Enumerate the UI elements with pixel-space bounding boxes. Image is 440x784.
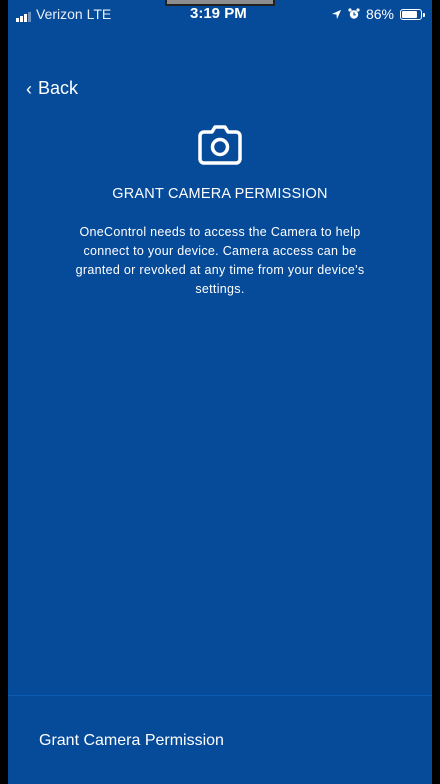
chevron-left-icon: ‹ [26, 78, 32, 99]
grant-button-label: Grant Camera Permission [39, 732, 224, 749]
battery-level [402, 10, 417, 18]
battery-icon [400, 8, 425, 20]
app-screen: Verizon LTE 3:19 PM 86% ‹ Back GRANT CAM… [8, 0, 432, 784]
location-arrow-icon [331, 9, 342, 19]
device-notch [165, 0, 275, 6]
back-label: Back [38, 78, 79, 98]
back-button[interactable]: ‹ Back [26, 78, 78, 99]
alarm-icon [348, 8, 360, 19]
permission-description: OneControl needs to access the Camera to… [75, 225, 365, 296]
signal-icon [16, 12, 31, 22]
battery-percent: 86% [365, 6, 394, 22]
grant-camera-permission-button[interactable]: Grant Camera Permission [8, 696, 432, 784]
camera-icon [198, 125, 242, 165]
carrier-label: Verizon LTE [36, 6, 112, 22]
status-right-group: 86% [331, 6, 425, 22]
status-time: 3:19 PM [190, 5, 247, 22]
permission-title: GRANT CAMERA PERMISSION [112, 186, 328, 202]
